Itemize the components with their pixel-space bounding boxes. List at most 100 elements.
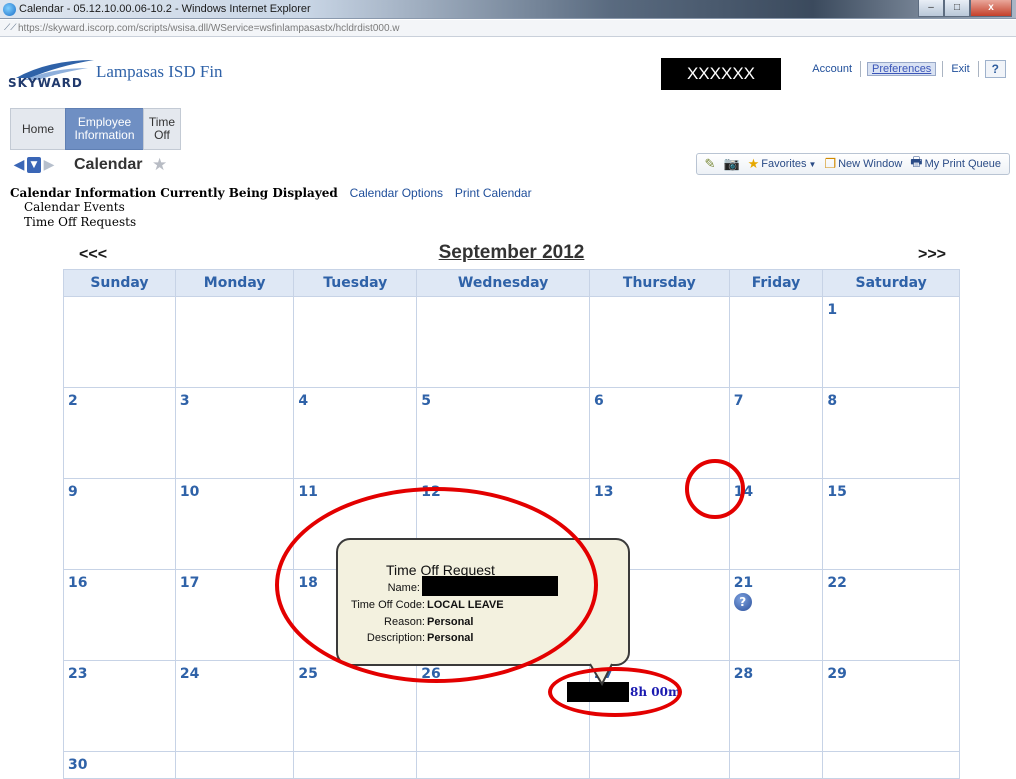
history-dropdown-icon[interactable]: ▼ [27, 157, 41, 173]
week-row: 2 3 4 5 6 7 8 [63, 387, 960, 479]
week-row: 23 24 25 26 27 28 29 [63, 660, 960, 752]
tab-employee-information[interactable]: Employee Information [65, 108, 143, 150]
day-cell[interactable] [174, 751, 295, 779]
calendar-nav: <<< September 2012 >>> [63, 242, 960, 268]
day-number: 7 [733, 393, 744, 409]
redacted-username: XXXXXX [661, 58, 781, 90]
page-title: Calendar [74, 156, 143, 173]
day-number: 8 [827, 393, 838, 409]
day-cell[interactable] [293, 296, 418, 388]
day-cell[interactable] [416, 751, 591, 779]
day-cell[interactable]: 1 [822, 296, 960, 388]
day-cell[interactable] [589, 296, 730, 388]
day-cell[interactable]: 30 [63, 751, 176, 779]
day-cell[interactable]: 9 [63, 478, 176, 570]
main-tabs: Home Employee Information Time Off [10, 108, 181, 150]
day-number: 15 [827, 484, 847, 500]
day-number: 24 [179, 666, 200, 682]
day-cell[interactable]: 29 [822, 660, 960, 752]
day-cell[interactable] [728, 751, 824, 779]
calendar-options-link[interactable]: Calendar Options [350, 186, 443, 200]
account-link[interactable]: Account [804, 63, 860, 75]
day-number: 30 [68, 757, 88, 773]
day-cell[interactable]: 22 [822, 569, 960, 661]
star-icon: ★ [747, 156, 760, 171]
day-cell[interactable]: 10 [174, 478, 295, 570]
exit-link[interactable]: Exit [943, 63, 977, 75]
day-number: 16 [68, 575, 88, 591]
help-question-icon[interactable]: ? [733, 593, 752, 611]
day-cell[interactable] [589, 751, 730, 779]
day-number: 1 [827, 302, 838, 318]
back-arrow-icon[interactable]: ◀ [12, 157, 26, 173]
day-number: 6 [594, 393, 604, 409]
edit-icon[interactable]: ✎ [705, 156, 716, 172]
weekday-header: Wednesday [416, 269, 591, 297]
day-number: 17 [179, 575, 200, 591]
weekday-header-row: Sunday Monday Tuesday Wednesday Thursday… [63, 269, 960, 297]
info-heading: Calendar Information Currently Being Dis… [10, 186, 338, 200]
day-cell[interactable]: 4 [293, 387, 418, 479]
preferences-link[interactable]: Preferences [867, 62, 937, 76]
day-number: 29 [827, 666, 847, 682]
forward-arrow-icon[interactable]: ▶ [42, 157, 56, 173]
camera-icon[interactable]: 📷 [723, 156, 739, 172]
day-cell[interactable]: 24 [174, 660, 295, 752]
month-title[interactable]: September 2012 [63, 242, 960, 264]
internet-explorer-icon [3, 3, 16, 16]
day-number: 3 [179, 393, 190, 409]
printer-icon: 🖶 [910, 154, 923, 169]
window-title-bar: Calendar - 05.12.10.00.06-10.2 - Windows… [0, 0, 1016, 19]
weekday-header: Saturday [822, 269, 960, 297]
day-number: 25 [298, 666, 318, 682]
day-cell[interactable]: 2 [63, 387, 176, 479]
annotation-circle-tooltip [275, 487, 598, 683]
district-name: Lampasas ISD Fin [96, 62, 223, 81]
tab-employee-label: Employee Information [74, 115, 135, 142]
help-button[interactable]: ? [984, 60, 1006, 78]
day-number: 23 [68, 666, 88, 682]
day-cell[interactable]: 7 [728, 387, 824, 479]
address-bar[interactable]: ⟋⟋ https://skyward.iscorp.com/scripts/ws… [0, 20, 1016, 37]
day-cell[interactable]: 8 [822, 387, 960, 479]
address-url[interactable]: https://skyward.iscorp.com/scripts/wsisa… [18, 23, 400, 34]
print-queue-button[interactable]: 🖶 My Print Queue [910, 153, 1001, 175]
window-title: Calendar - 05.12.10.00.06-10.2 - Windows… [19, 3, 311, 15]
week-row: 1 [63, 296, 960, 388]
tab-time-off[interactable]: Time Off [143, 108, 181, 150]
print-calendar-link[interactable]: Print Calendar [455, 186, 532, 200]
day-cell[interactable] [174, 296, 295, 388]
day-cell[interactable] [822, 751, 960, 779]
day-cell[interactable] [416, 296, 591, 388]
weekday-header: Friday [728, 269, 824, 297]
day-cell[interactable] [293, 751, 418, 779]
tab-home[interactable]: Home [10, 108, 65, 150]
day-cell[interactable]: 16 [63, 569, 176, 661]
next-month-link[interactable]: >>> [918, 246, 946, 264]
week-row: 30 [63, 751, 960, 779]
tab-time-off-label: Time Off [148, 115, 176, 142]
annotation-circle-event [548, 667, 682, 717]
day-cell[interactable]: 3 [174, 387, 295, 479]
weekday-header: Sunday [63, 269, 176, 297]
day-number: 28 [733, 666, 754, 682]
weekday-header: Tuesday [293, 269, 418, 297]
day-cell[interactable]: 5 [416, 387, 591, 479]
logo-wordmark: SKYWARD [8, 76, 83, 90]
new-window-button[interactable]: ❐ New Window [824, 156, 902, 172]
close-button[interactable]: x [970, 0, 1012, 17]
day-cell[interactable]: 28 [728, 660, 824, 752]
tab-home-label: Home [21, 121, 54, 136]
day-cell[interactable] [63, 296, 176, 388]
day-cell[interactable]: 21? [728, 569, 824, 661]
maximize-button[interactable]: □ [944, 0, 970, 17]
history-nav: ◀ ▼ ▶ [12, 157, 56, 173]
add-favorite-star-icon[interactable]: ★ [152, 155, 167, 175]
info-item: Calendar Events [24, 200, 125, 214]
day-cell[interactable]: 23 [63, 660, 176, 752]
favorites-menu[interactable]: ★ Favorites ▼ [748, 156, 817, 172]
day-cell[interactable]: 15 [822, 478, 960, 570]
site-icon: ⟋⟋ [4, 23, 17, 33]
day-cell[interactable] [728, 296, 824, 388]
minimize-button[interactable]: – [918, 0, 944, 17]
